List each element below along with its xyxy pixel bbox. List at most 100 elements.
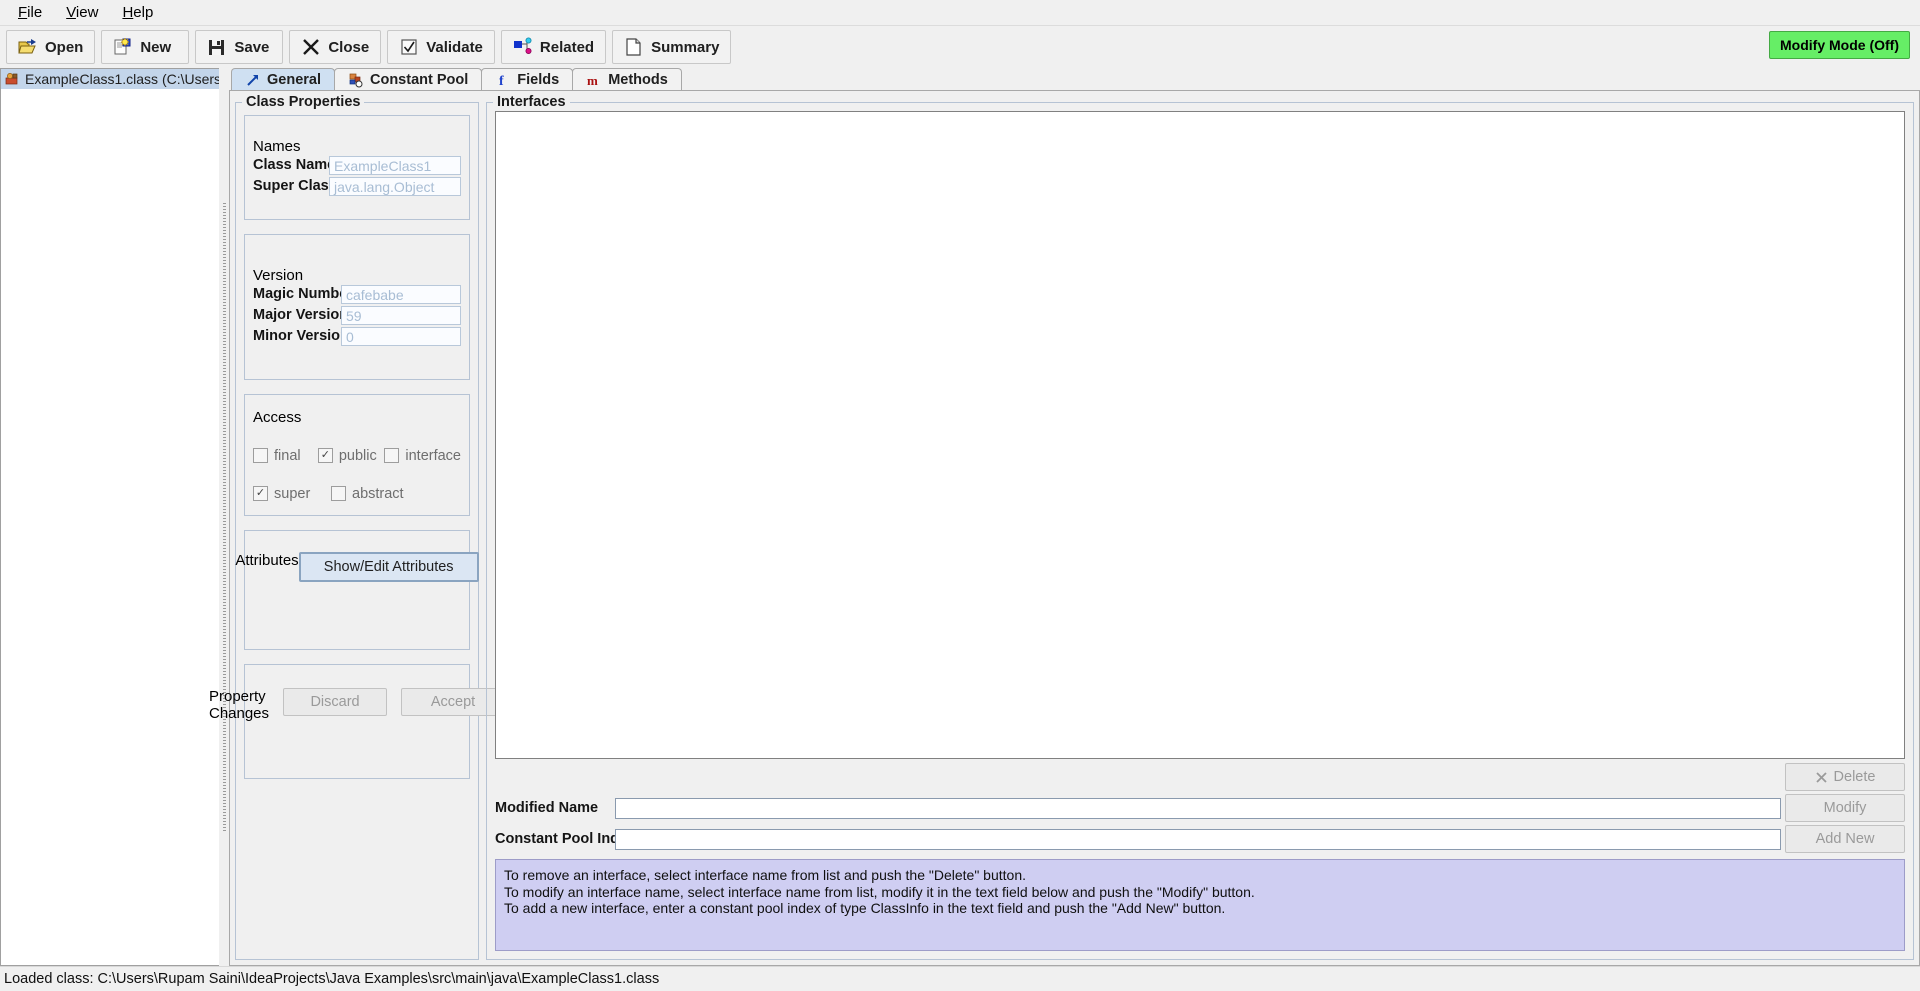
- constant-pool-index-row: Constant Pool Index Add New: [495, 825, 1905, 853]
- interfaces-list[interactable]: [495, 111, 1905, 759]
- related-button[interactable]: Related: [500, 30, 607, 64]
- modified-name-input[interactable]: [615, 797, 1781, 819]
- magic-number-row: Magic Number cafebabe: [253, 284, 461, 304]
- class-name-row: Class Name ExampleClass1: [253, 155, 461, 175]
- tab-general-label: General: [267, 71, 321, 88]
- help-line-3: To add a new interface, enter a constant…: [504, 900, 1226, 916]
- checkbox-interface[interactable]: interface: [384, 448, 461, 464]
- checkbox-check-icon: [399, 37, 419, 57]
- modify-interface-label: Modify: [1823, 800, 1867, 816]
- attributes-title: Attributes: [235, 552, 299, 569]
- open-button-label: Open: [45, 38, 84, 56]
- java-class-icon: [5, 72, 19, 86]
- open-button[interactable]: Open: [6, 30, 96, 64]
- application-window: File View Help Open New Save Close Valid…: [0, 0, 1920, 991]
- major-version-row: Major Version 59: [253, 305, 461, 325]
- tree-item-label: ExampleClass1.class (C:\Users\Ru: [25, 71, 219, 87]
- accept-button-label: Accept: [430, 694, 476, 710]
- interfaces-column: Interfaces Delete Modified Name Modify C…: [486, 93, 1917, 963]
- modify-interface-button[interactable]: Modify: [1785, 794, 1905, 822]
- toolbar: Open New Save Close Validate Related Sum…: [0, 25, 1920, 68]
- major-version-input[interactable]: 59: [341, 305, 461, 325]
- show-edit-attributes-button[interactable]: Show/Edit Attributes: [298, 552, 479, 582]
- help-line-1: To remove an interface, select interface…: [504, 867, 1026, 883]
- validate-button-label: Validate: [426, 38, 483, 56]
- checkbox-public-label: public: [338, 447, 377, 464]
- names-title: Names: [253, 138, 301, 155]
- constant-pool-index-label: Constant Pool Index: [495, 831, 636, 847]
- new-button[interactable]: New: [101, 30, 190, 64]
- checkbox-super[interactable]: ✓ super: [253, 486, 331, 502]
- menu-item-view[interactable]: View: [56, 2, 108, 23]
- modify-mode-label: Modify Mode (Off): [1780, 37, 1899, 53]
- tab-general[interactable]: General: [231, 68, 335, 90]
- version-title: Version: [253, 267, 304, 284]
- super-class-label: Super Class: [253, 178, 337, 194]
- menu-item-view-label: iew: [75, 4, 99, 21]
- constant-pool-icon: [348, 72, 364, 88]
- detail-pane: General Constant Pool f Fields m Methods…: [209, 68, 1920, 966]
- related-button-label: Related: [539, 38, 595, 56]
- arrow-up-right-icon: [245, 72, 261, 88]
- access-title: Access: [253, 408, 302, 426]
- tab-fields[interactable]: f Fields: [481, 68, 574, 90]
- tree-item-exampleclass1[interactable]: ExampleClass1.class (C:\Users\Ru: [1, 69, 219, 89]
- minor-version-row: Minor Version 0: [253, 326, 461, 346]
- tab-methods[interactable]: m Methods: [572, 68, 682, 90]
- checkbox-public[interactable]: ✓ public: [317, 447, 385, 464]
- interfaces-help-box: To remove an interface, select interface…: [495, 859, 1905, 951]
- method-m-icon: m: [586, 72, 602, 88]
- checkbox-final-box: [253, 448, 268, 463]
- field-f-icon: f: [495, 72, 511, 89]
- add-new-interface-button[interactable]: Add New: [1785, 825, 1905, 853]
- tab-fields-label: Fields: [517, 71, 560, 88]
- checkbox-abstract-label: abstract: [352, 485, 404, 502]
- constant-pool-index-input[interactable]: [615, 828, 1781, 850]
- close-x-icon: [301, 37, 321, 57]
- tab-strip: General Constant Pool f Fields m Methods: [229, 68, 1920, 90]
- delete-interface-label: Delete: [1833, 769, 1876, 785]
- validate-button[interactable]: Validate: [387, 30, 495, 64]
- discard-button[interactable]: Discard: [283, 688, 388, 716]
- menu-item-help[interactable]: Help: [112, 2, 163, 23]
- menu-item-help-label: elp: [133, 4, 154, 21]
- save-button-label: Save: [234, 38, 270, 56]
- pane-splitter[interactable]: [219, 68, 229, 966]
- related-nodes-icon: [513, 37, 533, 57]
- modify-mode-badge[interactable]: Modify Mode (Off): [1769, 31, 1910, 59]
- names-group: Names Class Name ExampleClass1 Super Cla…: [244, 115, 470, 220]
- access-row-2: ✓ super abstract: [253, 486, 461, 502]
- class-name-input[interactable]: ExampleClass1: [329, 155, 461, 175]
- minor-version-label: Minor Version: [253, 328, 349, 344]
- status-bar: Loaded class: C:\Users\Rupam Saini\IdeaP…: [0, 966, 1920, 991]
- menu-item-file[interactable]: File: [8, 2, 52, 23]
- super-class-row: Super Class java.lang.Object: [253, 176, 461, 196]
- property-changes-group: Property Changes Discard Accept: [209, 664, 506, 779]
- class-properties-title: Class Properties: [242, 94, 365, 110]
- summary-button[interactable]: Summary: [612, 30, 732, 64]
- status-bar-text: Loaded class: C:\Users\Rupam Saini\IdeaP…: [4, 971, 660, 987]
- menu-bar: File View Help: [0, 0, 1920, 25]
- modified-name-row: Modified Name Modify: [495, 794, 1905, 822]
- interfaces-editor: Delete Modified Name Modify Constant Poo…: [495, 759, 1905, 951]
- access-group: Access final ✓ public interface ✓ super …: [244, 394, 470, 516]
- class-properties-column: Class Properties Names Class Name Exampl…: [209, 93, 506, 963]
- delete-interface-button[interactable]: Delete: [1785, 763, 1905, 791]
- checkbox-abstract[interactable]: abstract: [331, 486, 404, 502]
- checkbox-super-label: super: [274, 485, 311, 502]
- floppy-disk-icon: [207, 37, 227, 57]
- tab-constant-pool[interactable]: Constant Pool: [334, 68, 483, 90]
- close-button[interactable]: Close: [289, 30, 382, 64]
- discard-button-label: Discard: [310, 694, 360, 710]
- interfaces-group: Interfaces Delete Modified Name Modify C…: [486, 94, 1914, 960]
- super-class-input[interactable]: java.lang.Object: [329, 176, 461, 196]
- checkbox-interface-box: [384, 448, 400, 463]
- checkbox-final[interactable]: final: [253, 448, 318, 464]
- minor-version-input[interactable]: 0: [341, 326, 461, 346]
- save-button[interactable]: Save: [195, 30, 284, 64]
- tab-constant-pool-label: Constant Pool: [370, 71, 469, 88]
- splitter-grip: [222, 202, 226, 832]
- magic-number-label: Magic Number: [253, 286, 353, 302]
- magic-number-input[interactable]: cafebabe: [341, 284, 461, 304]
- checkbox-public-box: ✓: [317, 448, 333, 463]
